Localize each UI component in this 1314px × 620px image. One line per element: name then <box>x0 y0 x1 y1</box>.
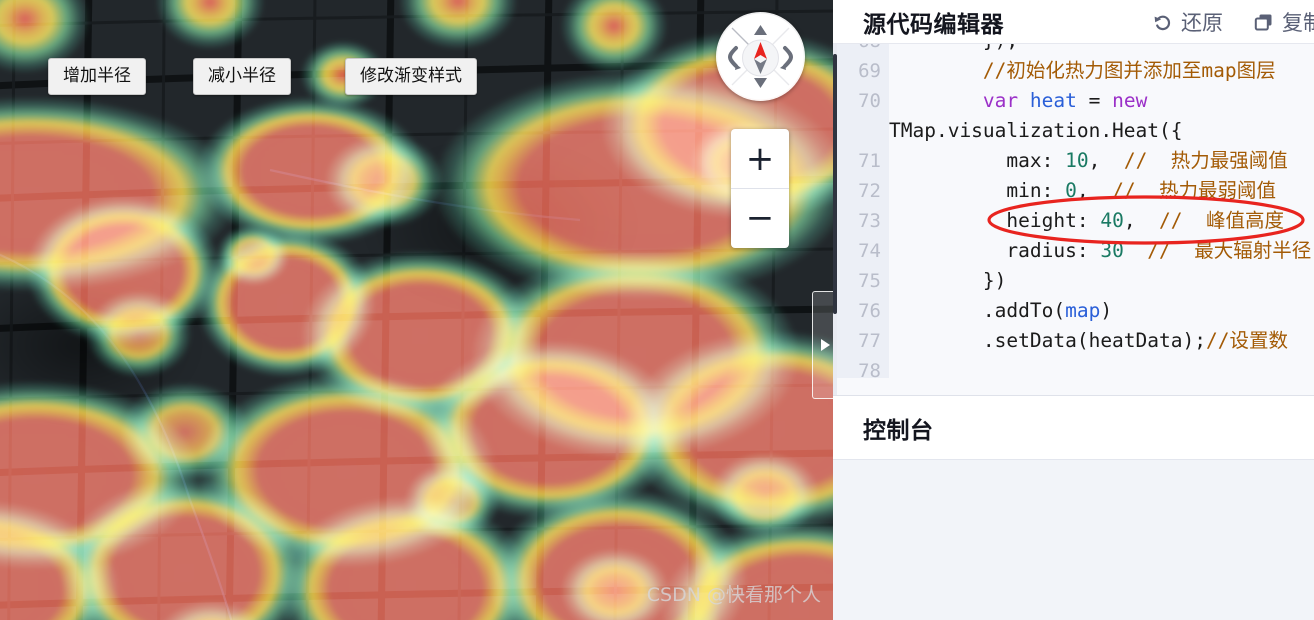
line-number: 72 <box>858 180 881 202</box>
console-panel: 控制台 <box>833 396 1314 620</box>
line-number: 76 <box>858 300 881 322</box>
code-token: var <box>982 89 1019 112</box>
code-token: .setData(heatData); <box>889 329 1206 352</box>
code-token: new <box>1112 89 1148 112</box>
code-token: , <box>1088 149 1124 172</box>
console-header: 控制台 <box>833 396 1314 460</box>
line-number-gutter: 68 69 70 71 72 73 74 75 76 77 78 <box>837 44 889 382</box>
code-token: = <box>1076 89 1113 112</box>
copy-label: 复制 <box>1282 11 1314 35</box>
line-number: 73 <box>858 210 881 232</box>
compass-rose-icon[interactable] <box>716 12 805 101</box>
editor-header: 源代码编辑器 还原 复制 <box>833 0 1314 44</box>
code-token: }) <box>889 269 1007 292</box>
increase-radius-button[interactable]: 增加半径 <box>48 58 146 95</box>
copy-button[interactable]: 复制 <box>1253 7 1314 37</box>
line-number: 74 <box>858 240 881 262</box>
code-line[interactable]: TMap.visualization.Heat({ <box>889 116 1314 146</box>
copy-icon <box>1253 11 1275 33</box>
code-token: , <box>1123 209 1160 232</box>
modify-gradient-button[interactable]: 修改渐变样式 <box>345 58 477 95</box>
map-viewport[interactable]: 增加半径 减小半径 修改渐变样式 + − CSDN @快看那个人 <box>0 0 833 620</box>
zoom-control: + − <box>731 129 789 248</box>
code-token: //设置数 <box>1205 329 1288 352</box>
code-token: // 峰值高度 <box>1159 209 1285 232</box>
code-token: // 热力最强阈值 <box>1123 149 1288 172</box>
editor-header-actions: 还原 复制 <box>1152 0 1314 44</box>
chevron-right-icon <box>820 339 830 351</box>
code-line[interactable]: .setData(heatData);//设置数 <box>889 326 1314 356</box>
zoom-in-button[interactable]: + <box>731 129 789 188</box>
code-token: // 热力最弱阈值 <box>1112 179 1277 202</box>
code-editor[interactable]: 68 69 70 71 72 73 74 75 76 77 78 }); //初始化热力图并添加至m… <box>833 44 1314 396</box>
code-line[interactable]: var heat = new <box>889 86 1314 116</box>
code-line[interactable]: radius: 30 // 最大辐射半径 <box>889 236 1314 266</box>
code-line[interactable]: min: 0, // 热力最弱阈值 <box>889 176 1314 206</box>
code-token: .addTo( <box>889 299 1066 322</box>
code-token: min: <box>889 179 1066 202</box>
line-number: 75 <box>858 270 881 292</box>
code-token: }); <box>889 44 1018 52</box>
app-root: 增加半径 减小半径 修改渐变样式 + − CSDN @快看那个人 源代码编辑器 … <box>0 0 1314 620</box>
code-line[interactable]: max: 10, // 热力最强阈值 <box>889 146 1314 176</box>
line-number <box>837 116 889 146</box>
code-token: , <box>1076 179 1113 202</box>
editor-title: 源代码编辑器 <box>863 11 1004 38</box>
line-number: 77 <box>858 330 881 352</box>
restore-button[interactable]: 还原 <box>1152 7 1223 37</box>
console-output[interactable] <box>833 460 1314 620</box>
editor-pane: 源代码编辑器 还原 复制 69 70 71 72 73 74 75 76 77 … <box>833 0 1314 620</box>
code-content[interactable]: }); //初始化热力图并添加至map图层 var heat = new TMap… <box>889 44 1314 378</box>
code-line[interactable] <box>889 356 1314 386</box>
restore-label: 还原 <box>1181 11 1223 35</box>
line-number: 78 <box>858 360 881 382</box>
code-token: 30 <box>1100 239 1124 262</box>
code-token: ) <box>1100 299 1113 322</box>
code-token: heat <box>1029 89 1077 112</box>
code-line[interactable]: //初始化热力图并添加至map图层 <box>889 56 1314 86</box>
code-token: //初始化热力图并添加至map图层 <box>889 59 1276 82</box>
line-number: 68 <box>837 44 889 56</box>
line-number: 69 <box>858 60 881 82</box>
zoom-out-button[interactable]: − <box>731 188 789 247</box>
code-token: radius: <box>889 239 1101 262</box>
code-line[interactable]: }) <box>889 266 1314 296</box>
line-number: 71 <box>858 150 881 172</box>
code-token: 10 <box>1065 149 1089 172</box>
code-token: // 最大辐射半径 <box>1147 239 1312 262</box>
undo-icon <box>1152 11 1174 33</box>
code-token: 0 <box>1065 179 1077 202</box>
line-number: 70 <box>858 90 881 112</box>
code-token: height: <box>889 209 1101 232</box>
code-line[interactable]: .addTo(map) <box>889 296 1314 326</box>
code-token: TMap.visualization.Heat({ <box>889 119 1183 142</box>
panel-collapse-handle[interactable] <box>812 291 833 399</box>
code-token: 40 <box>1100 209 1124 232</box>
decrease-radius-button[interactable]: 减小半径 <box>193 58 291 95</box>
code-token: max: <box>889 149 1066 172</box>
code-line[interactable]: }); <box>889 44 1314 56</box>
code-line[interactable]: height: 40, // 峰值高度 <box>889 206 1314 236</box>
code-token: map <box>1065 299 1101 322</box>
console-title: 控制台 <box>863 417 934 444</box>
